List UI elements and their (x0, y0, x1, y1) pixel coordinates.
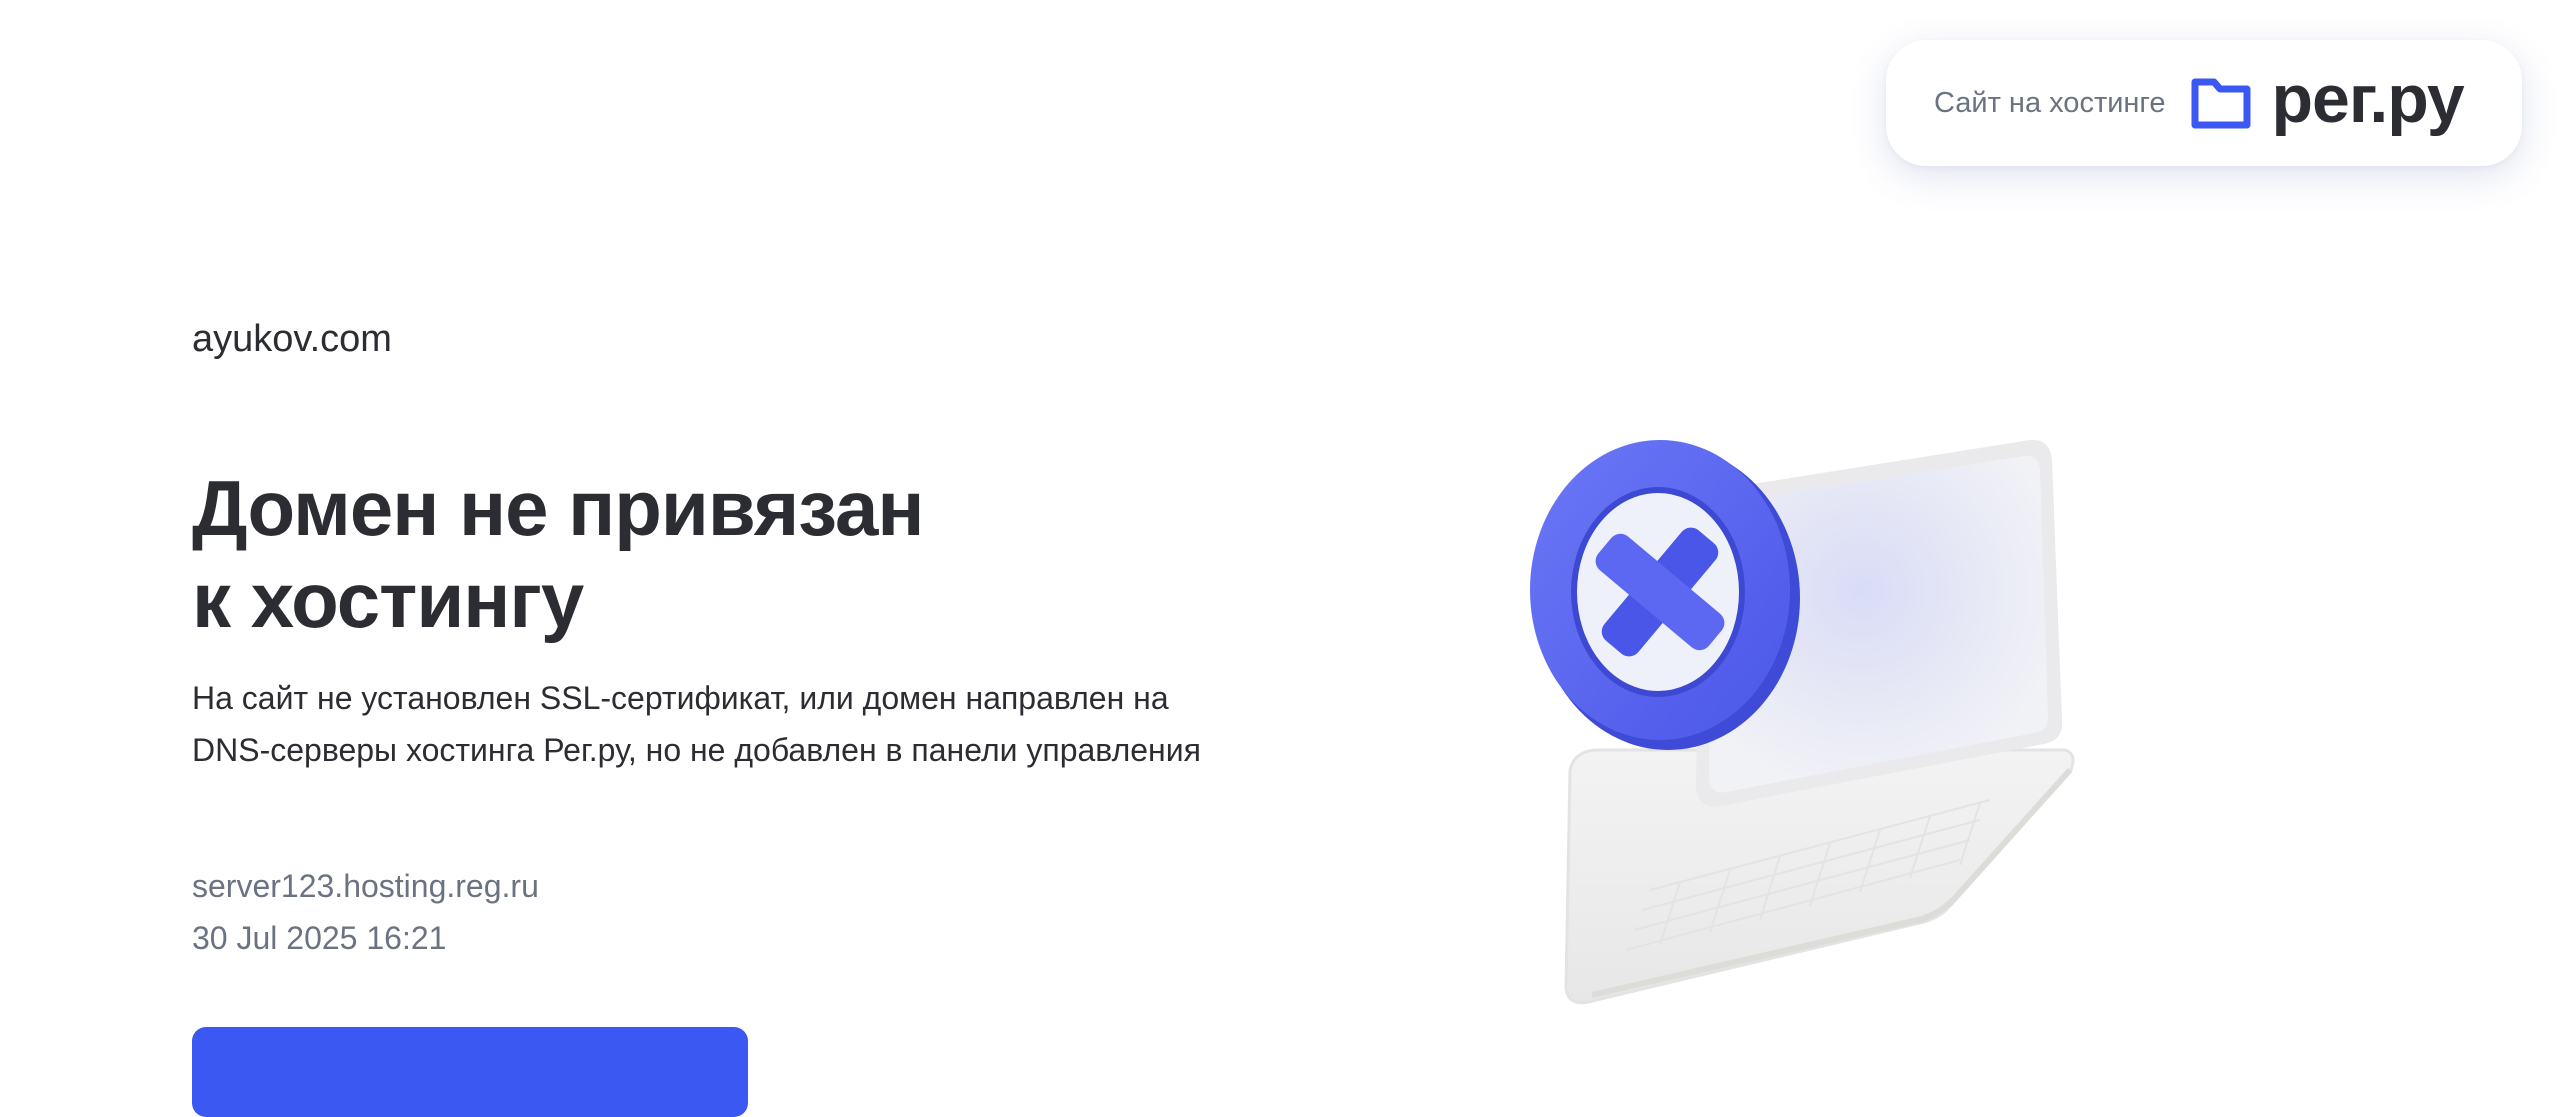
timestamp: 30 Jul 2025 16:21 (192, 920, 447, 956)
hosting-badge[interactable]: Сайт на хостинге рег.ру (1886, 40, 2522, 166)
domain-name: ayukov.com (192, 318, 392, 360)
laptop-error-icon (1530, 439, 2075, 1005)
server-info: server123.hosting.reg.ru 30 Jul 2025 16:… (192, 860, 539, 964)
regru-logo[interactable]: рег.ру (2190, 65, 2465, 137)
title-line-1: Домен не привязан (192, 464, 925, 552)
page-title: Домен не привязан к хостингу (192, 462, 925, 646)
error-description: На сайт не установлен SSL-сертификат, ил… (192, 680, 1201, 768)
title-line-2: к хостингу (192, 556, 584, 644)
logo-text: рег.ру (2271, 61, 2465, 137)
folder-icon (2191, 78, 2251, 129)
server-name: server123.hosting.reg.ru (192, 868, 539, 904)
primary-action-button[interactable] (192, 1027, 748, 1117)
host-label: Сайт на хостинге (1934, 86, 2166, 119)
